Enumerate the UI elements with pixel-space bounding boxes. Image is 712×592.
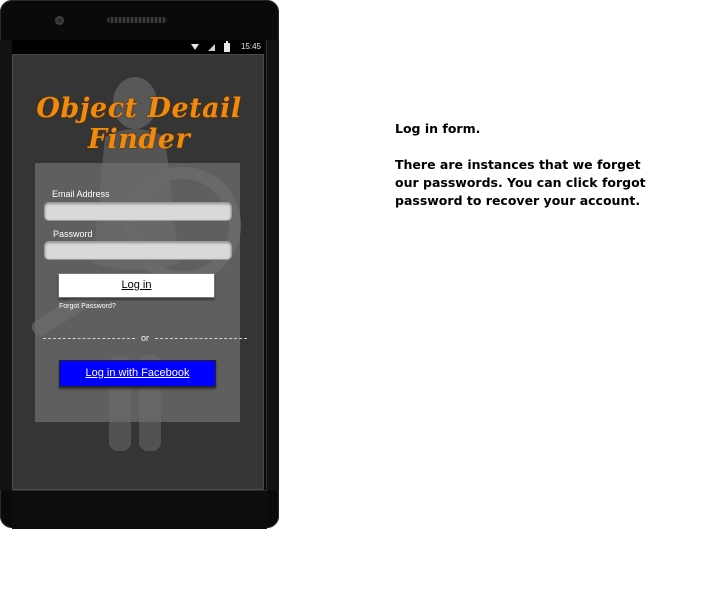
forgot-password-link[interactable]: Forgot Password? xyxy=(59,303,116,310)
phone-bottom-bezel xyxy=(12,490,267,529)
caption-body: There are instances that we forget our p… xyxy=(395,157,646,208)
phone-frame: 15:45 Object Detail Finder Email Address… xyxy=(0,0,279,529)
camera-icon xyxy=(55,16,64,25)
status-bar: 15:45 xyxy=(12,40,264,54)
wifi-icon xyxy=(191,44,199,50)
login-form-panel: Email Address Password Log in Forgot Pas… xyxy=(35,163,247,422)
speaker-grille xyxy=(107,17,167,23)
email-label: Email Address xyxy=(52,189,110,199)
divider-text: or xyxy=(140,333,149,343)
app-title: Object Detail Finder xyxy=(36,93,242,155)
password-label: Password xyxy=(53,229,93,239)
email-field[interactable] xyxy=(44,202,232,221)
facebook-login-button[interactable]: Log in with Facebook xyxy=(59,360,216,387)
battery-icon xyxy=(224,40,230,52)
caption: Log in form. There are instances that we… xyxy=(395,120,655,210)
signal-icon xyxy=(208,43,215,51)
caption-heading: Log in form. xyxy=(395,121,481,136)
login-button[interactable]: Log in xyxy=(58,273,215,298)
password-field[interactable] xyxy=(44,241,232,260)
or-divider: or xyxy=(43,332,247,344)
status-time: 15:45 xyxy=(240,42,261,51)
phone-side-right xyxy=(266,40,279,490)
app-screen: Object Detail Finder Email Address Passw… xyxy=(12,54,264,490)
